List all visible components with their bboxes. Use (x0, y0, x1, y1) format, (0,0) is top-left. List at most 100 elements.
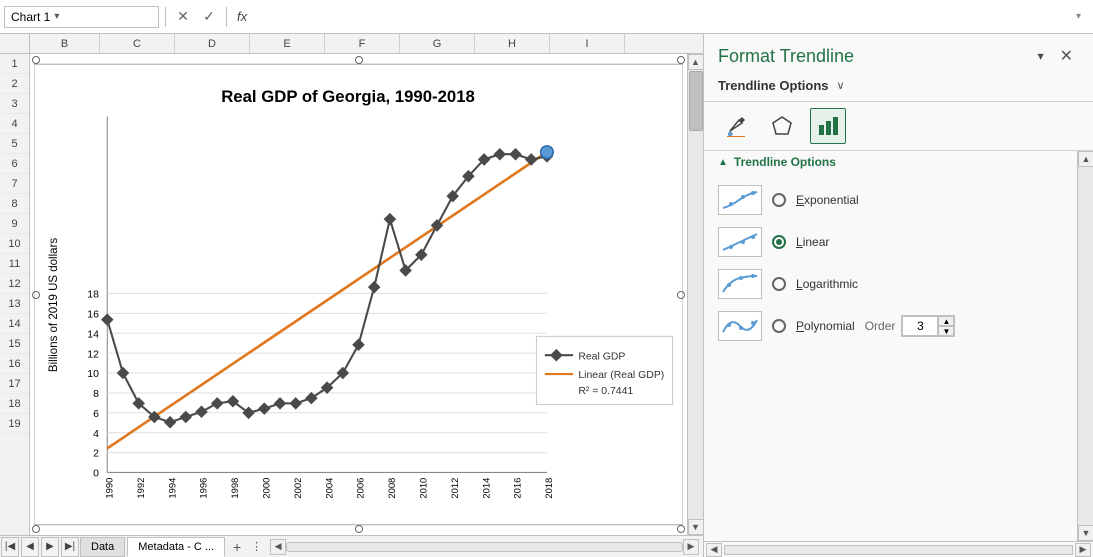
col-header-g[interactable]: G (400, 34, 475, 53)
linear-option[interactable]: Linear (718, 221, 1063, 263)
panel-dropdown-button[interactable]: ▾ (1032, 47, 1050, 65)
handle-top-left[interactable] (32, 56, 40, 64)
cancel-button[interactable]: ✕ (172, 6, 194, 28)
svg-text:1992: 1992 (135, 478, 146, 499)
row-num-16[interactable]: 16 (0, 354, 29, 374)
linear-radio-circle[interactable] (772, 235, 786, 249)
panel-h-scroll-right[interactable]: ▶ (1075, 543, 1091, 557)
tab-nav-right[interactable]: ▶ (41, 537, 59, 557)
handle-bottom-right[interactable] (677, 525, 685, 533)
fill-color-button[interactable] (718, 108, 754, 144)
svg-text:8: 8 (93, 389, 99, 400)
tab-data[interactable]: Data (80, 537, 125, 557)
handle-bottom-center[interactable] (355, 525, 363, 533)
handle-top-center[interactable] (355, 56, 363, 64)
panel-scroll-track[interactable] (1078, 167, 1093, 525)
row-num-8[interactable]: 8 (0, 194, 29, 214)
trendline-options-header[interactable]: Trendline Options ∨ (704, 74, 1093, 102)
trendline-options-button[interactable] (810, 108, 846, 144)
logarithmic-radio-circle[interactable] (772, 277, 786, 291)
tab-nav-right-end[interactable]: ▶| (61, 537, 79, 557)
line-style-button[interactable] (764, 108, 800, 144)
h-scroll-right[interactable]: ▶ (683, 539, 699, 555)
row-num-9[interactable]: 9 (0, 214, 29, 234)
svg-text:Billions of 2019 US dollars: Billions of 2019 US dollars (48, 238, 60, 372)
tab-nav-left[interactable]: ◀ (21, 537, 39, 557)
order-input[interactable]: 3 (902, 316, 938, 336)
col-header-h[interactable]: H (475, 34, 550, 53)
col-header-e[interactable]: E (250, 34, 325, 53)
name-box[interactable]: Chart 1 ▾ (4, 6, 159, 28)
chart-svg: Real GDP of Georgia, 1990-2018 Billions … (34, 58, 683, 531)
confirm-button[interactable]: ✓ (198, 6, 220, 28)
col-header-d[interactable]: D (175, 34, 250, 53)
scroll-down-button[interactable]: ▼ (688, 519, 704, 535)
col-header-i[interactable]: I (550, 34, 625, 53)
tab-nav-left-start[interactable]: |◀ (1, 537, 19, 557)
panel-content: Exponential (704, 173, 1077, 353)
row-num-2[interactable]: 2 (0, 74, 29, 94)
panel-scroll-down[interactable]: ▼ (1078, 525, 1093, 541)
trendline-section-header[interactable]: ▲ Trendline Options (704, 151, 1077, 173)
row-num-5[interactable]: 5 (0, 134, 29, 154)
row-num-12[interactable]: 12 (0, 274, 29, 294)
exponential-icon (718, 185, 762, 215)
scroll-up-button[interactable]: ▲ (688, 54, 704, 70)
h-scroll-track[interactable] (286, 542, 683, 552)
linear-radio[interactable] (772, 235, 786, 249)
handle-top-right[interactable] (677, 56, 685, 64)
logarithmic-option[interactable]: Logarithmic (718, 263, 1063, 305)
trendline-options-chevron[interactable]: ∨ (837, 79, 845, 92)
panel-scroll-up[interactable]: ▲ (1078, 151, 1093, 167)
tab-metadata[interactable]: Metadata - C ... (127, 537, 225, 557)
row-num-19[interactable]: 19 (0, 414, 29, 434)
handle-mid-left[interactable] (32, 291, 40, 299)
row-num-18[interactable]: 18 (0, 394, 29, 414)
exponential-radio[interactable] (772, 193, 786, 207)
exponential-option[interactable]: Exponential (718, 179, 1063, 221)
col-header-f[interactable]: F (325, 34, 400, 53)
svg-text:16: 16 (87, 310, 99, 321)
chart-container[interactable]: Real GDP of Georgia, 1990-2018 Billions … (30, 54, 687, 535)
row-num-4[interactable]: 4 (0, 114, 29, 134)
panel-h-scroll-left[interactable]: ◀ (706, 543, 722, 557)
polynomial-radio[interactable] (772, 319, 786, 333)
row-num-10[interactable]: 10 (0, 234, 29, 254)
tab-more[interactable]: ⋮ (247, 540, 266, 553)
formula-bar-expand[interactable]: ▾ (1076, 11, 1081, 22)
row-num-14[interactable]: 14 (0, 314, 29, 334)
logarithmic-label: Logarithmic (796, 277, 858, 291)
order-group: Order 3 ▲ ▼ (865, 315, 956, 337)
row-num-6[interactable]: 6 (0, 154, 29, 174)
scroll-thumb[interactable] (689, 71, 703, 131)
row-num-17[interactable]: 17 (0, 374, 29, 394)
polynomial-radio-circle[interactable] (772, 319, 786, 333)
order-down-button[interactable]: ▼ (938, 326, 954, 336)
row-num-7[interactable]: 7 (0, 174, 29, 194)
svg-text:2018: 2018 (543, 478, 554, 499)
logarithmic-radio[interactable] (772, 277, 786, 291)
panel-close-button[interactable]: ✕ (1054, 44, 1079, 68)
exponential-radio-circle[interactable] (772, 193, 786, 207)
handle-mid-right[interactable] (677, 291, 685, 299)
row-num-3[interactable]: 3 (0, 94, 29, 114)
row-num-13[interactable]: 13 (0, 294, 29, 314)
handle-bottom-left[interactable] (32, 525, 40, 533)
h-scroll-left[interactable]: ◀ (270, 539, 286, 555)
row-num-1[interactable]: 1 (0, 54, 29, 74)
bar-chart-icon (817, 115, 839, 137)
polynomial-option[interactable]: Polynomial Order 3 ▲ ▼ (718, 305, 1063, 347)
row-num-15[interactable]: 15 (0, 334, 29, 354)
col-header-c[interactable]: C (100, 34, 175, 53)
panel-h-scroll-track[interactable] (724, 545, 1073, 555)
formula-input[interactable] (255, 9, 1072, 24)
row-numbers: 1 2 3 4 5 6 7 8 9 10 11 12 13 14 15 16 1… (0, 54, 30, 535)
col-header-b[interactable]: B (30, 34, 100, 53)
name-box-dropdown[interactable]: ▾ (54, 11, 59, 22)
polynomial-label: Polynomial (796, 319, 855, 333)
svg-text:2008: 2008 (386, 478, 397, 499)
scroll-track[interactable] (688, 70, 704, 519)
row-num-11[interactable]: 11 (0, 254, 29, 274)
add-sheet-button[interactable]: + (227, 537, 247, 557)
order-up-button[interactable]: ▲ (938, 316, 954, 326)
